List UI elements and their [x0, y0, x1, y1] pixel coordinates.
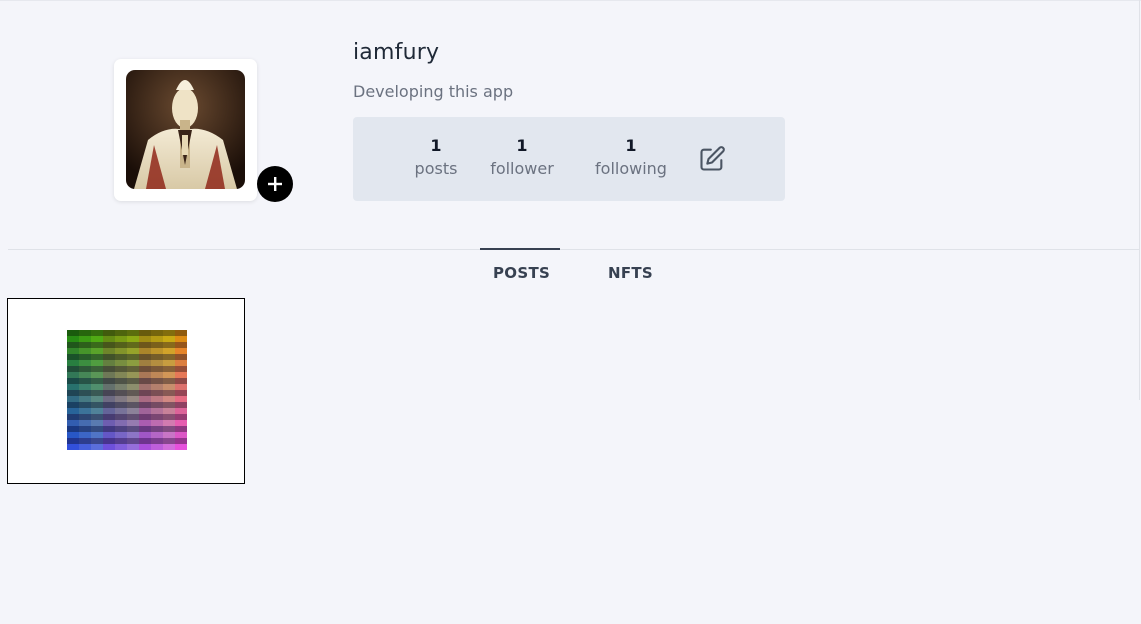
top-border: [0, 0, 1141, 1]
scrollbar-edge: [1139, 0, 1140, 400]
plus-icon: [268, 177, 282, 191]
avatar-card: [114, 59, 257, 201]
following-count: 1: [625, 136, 637, 155]
bio: Developing this app: [353, 82, 514, 101]
follower-label: follower: [490, 159, 554, 178]
stats-panel: 1 posts 1 follower 1 following: [353, 117, 785, 201]
tab-posts[interactable]: POSTS: [493, 264, 550, 282]
add-avatar-button[interactable]: [257, 166, 293, 202]
post-thumbnail: [67, 330, 187, 450]
tab-nfts[interactable]: NFTS: [608, 264, 653, 282]
edit-profile-button[interactable]: [696, 143, 728, 175]
posts-label: posts: [414, 159, 458, 178]
stat-following[interactable]: 1 following: [588, 135, 674, 181]
follower-count: 1: [516, 136, 528, 155]
color-grid-thumbnail-icon: [67, 330, 187, 450]
active-tab-indicator: [480, 248, 560, 250]
stat-follower[interactable]: 1 follower: [483, 135, 561, 181]
tabs-divider: [8, 249, 1139, 250]
posts-count: 1: [430, 136, 442, 155]
stat-posts[interactable]: 1 posts: [408, 135, 464, 181]
following-label: following: [595, 159, 667, 178]
username: iamfury: [353, 40, 440, 65]
avatar-image-icon: [126, 70, 245, 189]
avatar[interactable]: [126, 70, 245, 189]
post-tile[interactable]: [7, 298, 245, 484]
edit-icon: [700, 146, 725, 171]
